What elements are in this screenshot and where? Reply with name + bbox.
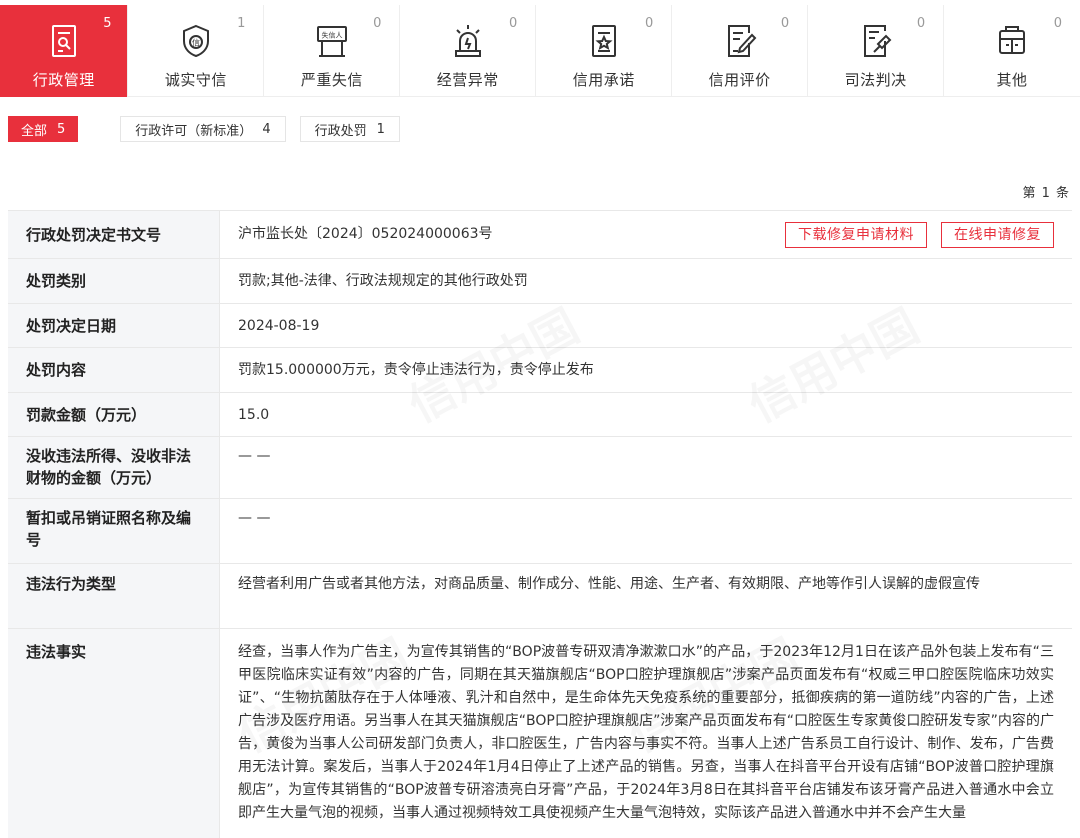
row-key: 违法行为类型: [8, 564, 220, 628]
table-row: 处罚决定日期 2024-08-19: [8, 304, 1072, 348]
evaluation-icon: [723, 23, 757, 59]
filter-all[interactable]: 全部 5: [8, 116, 79, 142]
filter-count: 4: [262, 121, 271, 137]
other-icon: [995, 23, 1029, 59]
tab-judicial-judgment[interactable]: 司法判决 0: [808, 5, 945, 97]
row-value: — —: [238, 510, 271, 526]
tab-label: 信用承诺: [572, 71, 635, 89]
table-row: 暂扣或吊销证照名称及编号 — —: [8, 499, 1072, 564]
judgment-icon: [859, 23, 893, 59]
row-value-cell: 沪市监长处〔2024〕052024000063号 下载修复申请材料 在线申请修复: [220, 211, 1072, 258]
table-row: 处罚类别 罚款;其他-法律、行政法规规定的其他行政处罚: [8, 259, 1072, 304]
dishonest-icon: 失信人: [315, 23, 349, 59]
row-value: 2024-08-19: [238, 318, 320, 334]
filter-count: 1: [376, 121, 385, 137]
filter-label: 全部: [21, 123, 48, 139]
download-repair-materials-button[interactable]: 下载修复申请材料: [785, 222, 927, 248]
tab-credit-evaluation[interactable]: 信用评价 0: [672, 5, 809, 97]
table-row: 违法事实 经查，当事人作为广告主，为宣传其销售的“BOP波普专研双清净漱漱口水”…: [8, 629, 1072, 838]
table-row: 行政处罚决定书文号 沪市监长处〔2024〕052024000063号 下载修复申…: [8, 211, 1072, 259]
filter-label: 行政许可（新标准）: [135, 123, 253, 139]
tab-label: 严重失信: [300, 71, 363, 89]
tab-business-abnormal[interactable]: 经营异常 0: [400, 5, 537, 97]
row-value: 15.0: [238, 407, 270, 423]
row-key: 违法事实: [8, 629, 220, 838]
sub-filter-bar: 全部 5 行政许可（新标准） 4 行政处罚 1: [8, 116, 414, 142]
tab-credit-promise[interactable]: 信用承诺 0: [536, 5, 673, 97]
row-key: 行政处罚决定书文号: [8, 211, 220, 258]
table-row: 罚款金额（万元） 15.0: [8, 393, 1072, 437]
tab-label: 经营异常: [436, 71, 499, 89]
row-key: 暂扣或吊销证照名称及编号: [8, 499, 220, 563]
row-value: 沪市监长处〔2024〕052024000063号: [238, 226, 493, 242]
tab-label: 信用评价: [708, 71, 771, 89]
repair-button-group: 下载修复申请材料 在线申请修复: [785, 222, 1054, 248]
record-index: 第 1 条: [1022, 186, 1070, 201]
tab-count: 0: [644, 16, 654, 31]
tab-count: 5: [103, 16, 112, 31]
row-key: 处罚内容: [8, 348, 220, 392]
filter-label: 行政处罚: [314, 123, 367, 139]
penalty-detail-table: 行政处罚决定书文号 沪市监长处〔2024〕052024000063号 下载修复申…: [8, 210, 1072, 838]
tab-other[interactable]: 其他 0: [944, 5, 1080, 97]
row-value: — —: [238, 448, 271, 464]
row-value: 罚款;其他-法律、行政法规规定的其他行政处罚: [238, 273, 528, 289]
tab-honest-trust[interactable]: 信 诚实守信 1: [128, 5, 265, 97]
tab-admin-management[interactable]: 行政管理 5: [0, 5, 129, 97]
category-tabs: 行政管理 5 信 诚实守信 1 失信人 严重失信 0 经营异常 0 信用承诺 0…: [0, 5, 1080, 97]
admin-doc-icon: [47, 23, 81, 59]
tab-count: 0: [780, 16, 790, 31]
row-key: 处罚类别: [8, 259, 220, 303]
tab-count: 0: [916, 16, 926, 31]
row-value: 经营者利用广告或者其他方法，对商品质量、制作成分、性能、用途、生产者、有效期限、…: [238, 576, 980, 592]
row-value: 经查，当事人作为广告主，为宣传其销售的“BOP波普专研双清净漱漱口水”的产品，于…: [238, 644, 1054, 821]
filter-admin-license[interactable]: 行政许可（新标准） 4: [120, 116, 286, 142]
tab-label: 行政管理: [32, 71, 95, 89]
table-row: 处罚内容 罚款15.000000万元，责令停止违法行为，责令停止发布: [8, 348, 1072, 393]
online-repair-apply-button[interactable]: 在线申请修复: [941, 222, 1054, 248]
alarm-light-icon: [451, 23, 485, 59]
dishonest-icon-text: 失信人: [321, 31, 342, 40]
tab-label: 其他: [996, 71, 1028, 89]
tab-count: 0: [509, 16, 518, 31]
filter-admin-penalty[interactable]: 行政处罚 1: [299, 116, 400, 142]
row-key: 罚款金额（万元）: [8, 393, 220, 436]
trust-icon-text: 信: [192, 38, 200, 48]
tab-count: 0: [1053, 16, 1063, 31]
row-value: 罚款15.000000万元，责令停止违法行为，责令停止发布: [238, 362, 594, 378]
tab-label: 司法判决: [844, 71, 907, 89]
tab-count: 0: [373, 16, 382, 31]
shield-trust-icon: 信: [179, 23, 213, 59]
row-key: 没收违法所得、没收非法财物的金额（万元）: [8, 437, 220, 498]
tab-serious-dishonest[interactable]: 失信人 严重失信 0: [264, 5, 401, 97]
tab-label: 诚实守信: [164, 71, 227, 89]
tab-count: 1: [237, 16, 246, 31]
filter-count: 5: [57, 121, 66, 137]
promise-doc-icon: [587, 23, 621, 59]
table-row: 违法行为类型 经营者利用广告或者其他方法，对商品质量、制作成分、性能、用途、生产…: [8, 564, 1072, 629]
table-row: 没收违法所得、没收非法财物的金额（万元） — —: [8, 437, 1072, 499]
row-key: 处罚决定日期: [8, 304, 220, 347]
